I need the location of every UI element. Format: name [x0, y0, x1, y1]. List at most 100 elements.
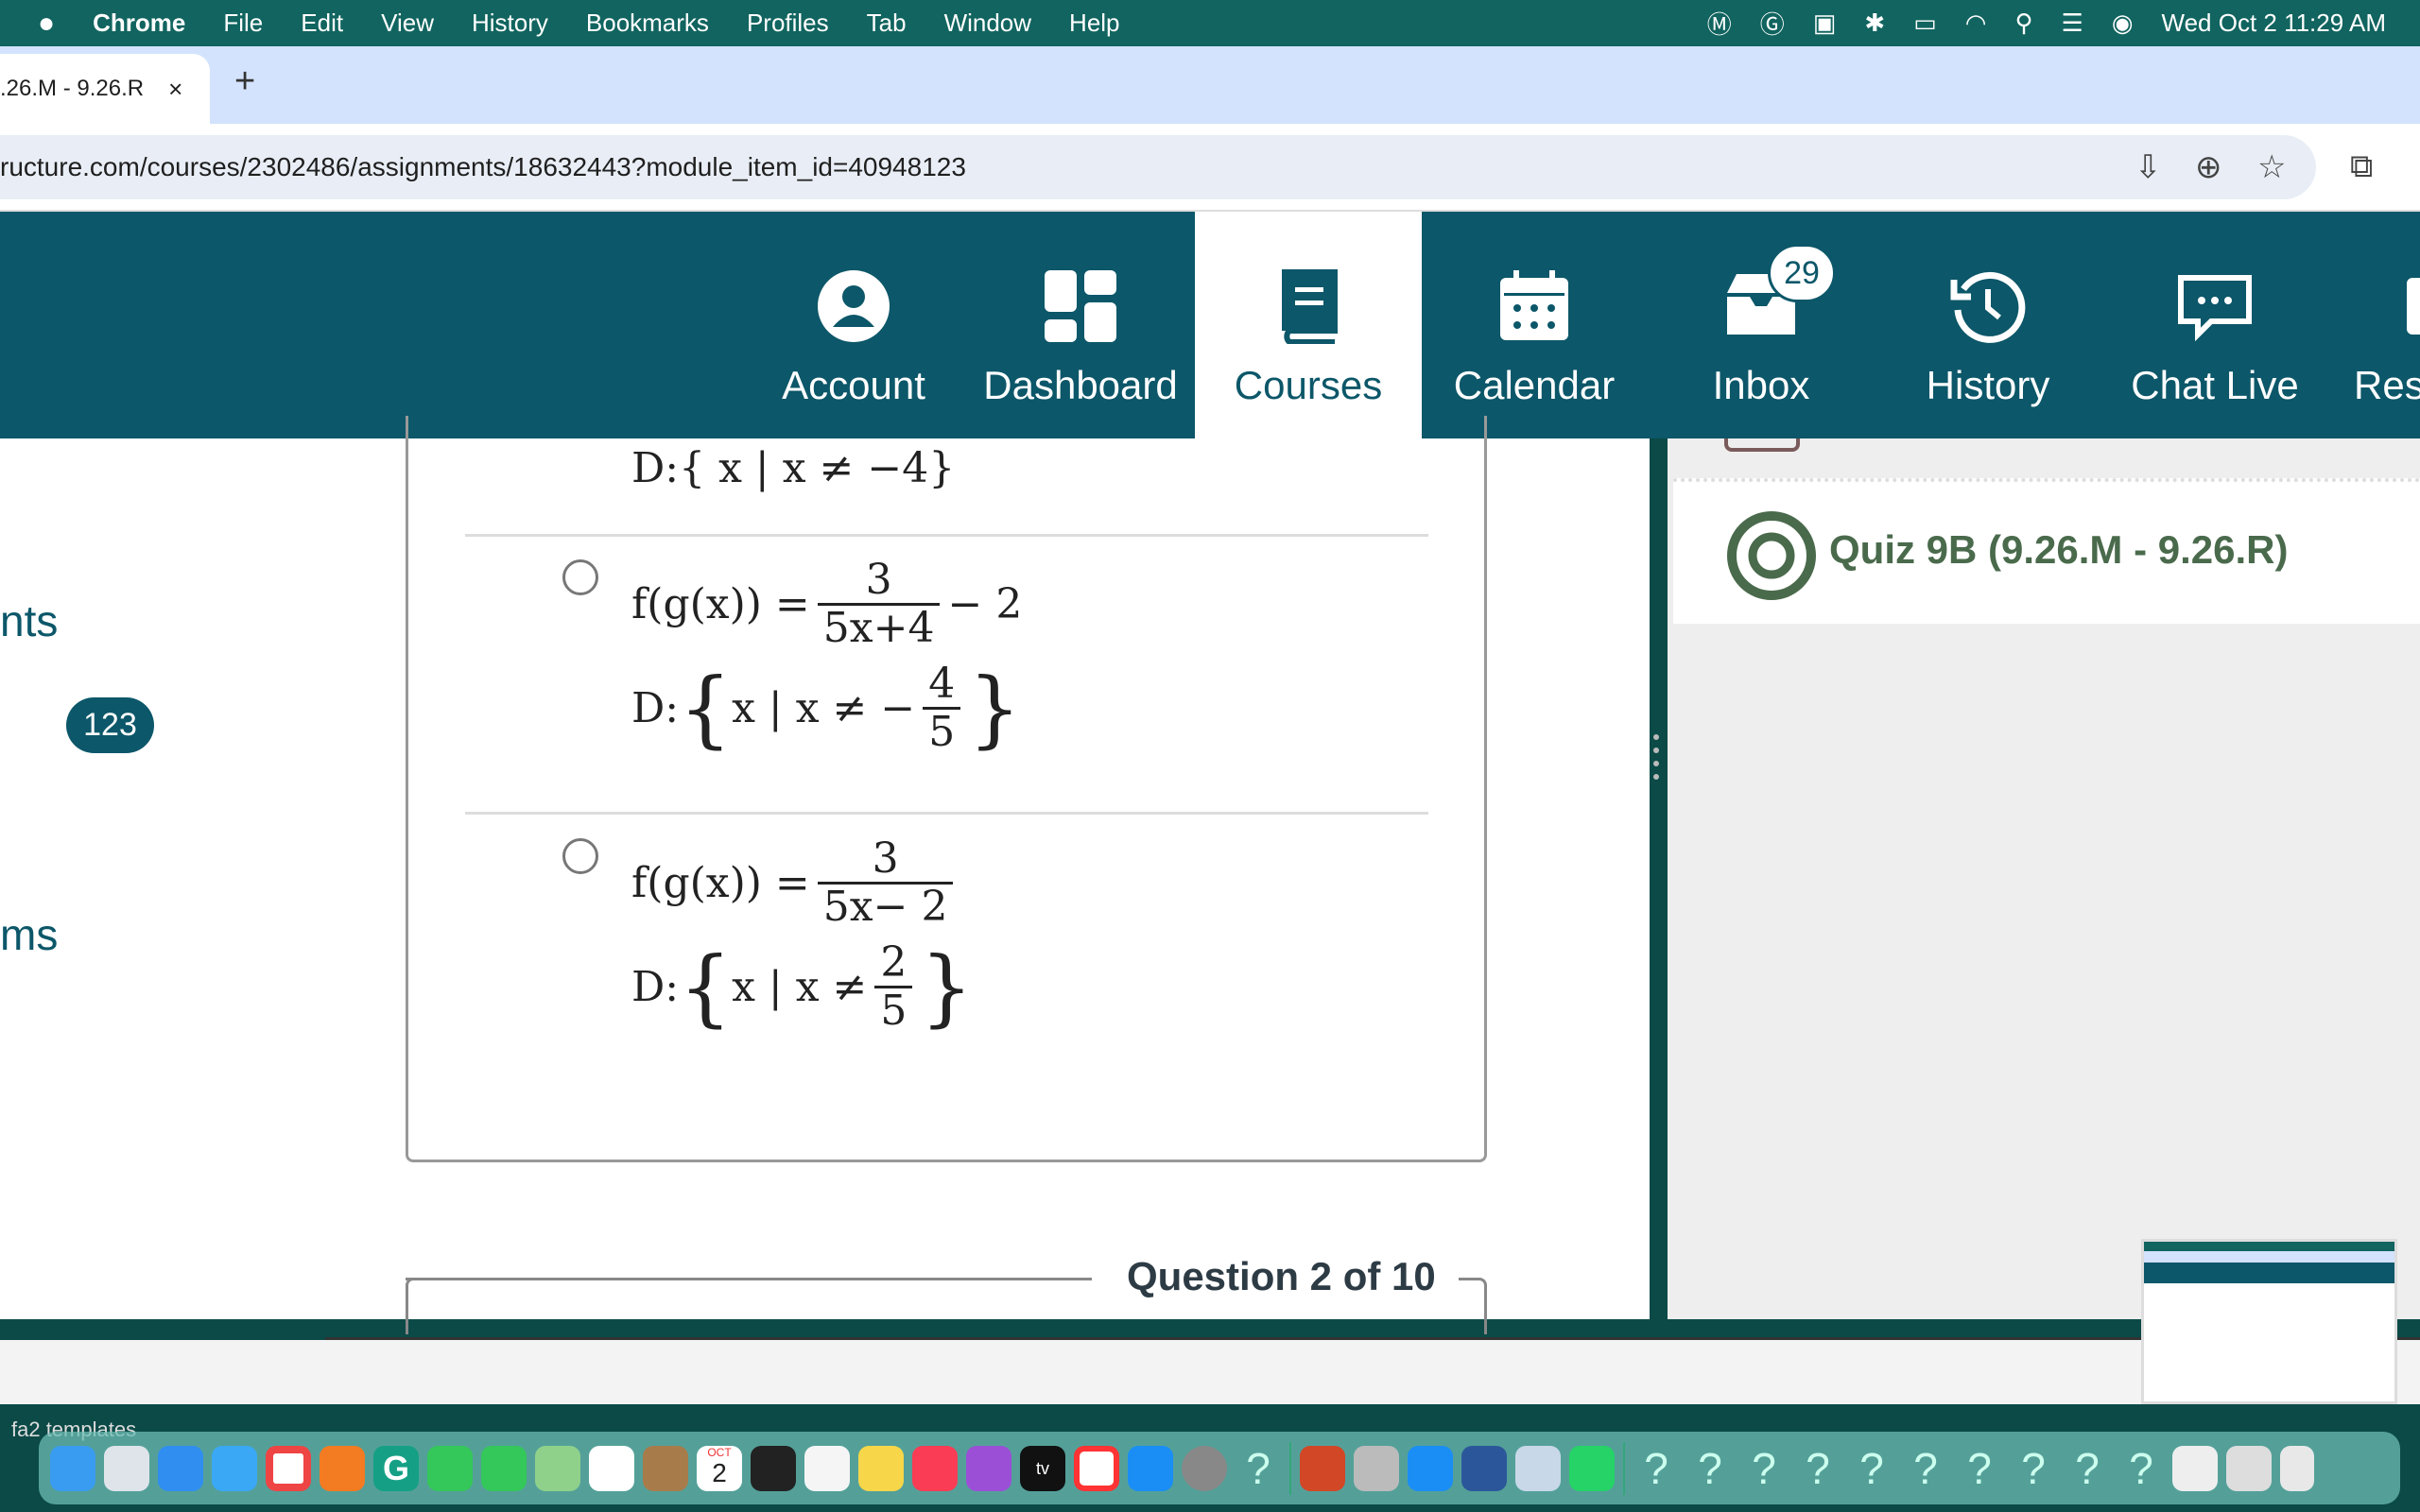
quiz-title[interactable]: Quiz 9B (9.26.M - 9.26.R) — [1829, 527, 2288, 573]
recent-file-icon[interactable] — [2172, 1445, 2218, 1491]
nav-courses[interactable]: Courses — [1195, 212, 1422, 438]
messages-icon[interactable] — [481, 1445, 527, 1491]
extensions-icon[interactable]: ⧉ — [2350, 148, 2373, 185]
whatsapp-gray-icon[interactable] — [1354, 1445, 1399, 1491]
powerpoint-icon[interactable] — [1300, 1445, 1345, 1491]
nav-dashboard[interactable]: Dashboard — [967, 212, 1194, 438]
unknown-app-icon[interactable]: ? — [2118, 1446, 2164, 1491]
system-settings-icon[interactable] — [1182, 1445, 1227, 1491]
zoom-icon[interactable]: ⊕ — [2195, 148, 2222, 186]
unknown-app-icon[interactable]: ? — [1903, 1446, 1948, 1491]
numerator: 3 — [865, 556, 892, 604]
wifi-icon[interactable]: ◠ — [1965, 9, 1987, 38]
course-nav-item[interactable]: ms — [0, 909, 58, 960]
unknown-app-icon[interactable]: ? — [1957, 1446, 2002, 1491]
display-icon[interactable]: ▣ — [1813, 9, 1837, 38]
battery-icon[interactable]: ▭ — [1913, 9, 1937, 38]
reminders-icon[interactable] — [804, 1445, 850, 1491]
domain-set: x | x ≠ − — [732, 684, 916, 733]
menu-app-chrome[interactable]: Chrome — [93, 9, 185, 38]
tab-close-icon[interactable]: × — [168, 75, 182, 104]
new-tab-button[interactable]: + — [234, 61, 255, 102]
menu-help[interactable]: Help — [1069, 9, 1119, 38]
preview-icon[interactable] — [1515, 1445, 1561, 1491]
contacts-icon[interactable] — [643, 1445, 688, 1491]
address-bar[interactable]: ructure.com/courses/2302486/assignments/… — [0, 135, 2316, 199]
bookmark-star-icon[interactable]: ☆ — [2257, 148, 2286, 186]
unknown-app-icon[interactable]: ? — [2011, 1446, 2056, 1491]
screenshot-thumbnail[interactable] — [2141, 1239, 2397, 1404]
photos-icon[interactable] — [589, 1445, 634, 1491]
podcasts-icon[interactable] — [966, 1445, 1011, 1491]
word-icon[interactable] — [1461, 1445, 1507, 1491]
unknown-app-icon[interactable]: ? — [1236, 1446, 1281, 1491]
unknown-app-icon[interactable]: ? — [1687, 1446, 1733, 1491]
menu-edit[interactable]: Edit — [301, 9, 343, 38]
grammarly-icon[interactable]: Ⓖ — [1760, 6, 1785, 41]
menu-file[interactable]: File — [223, 9, 263, 38]
url-text[interactable]: ructure.com/courses/2302486/assignments/… — [0, 152, 966, 182]
answer-radio[interactable] — [562, 838, 598, 874]
facetime-icon[interactable] — [427, 1445, 473, 1491]
nav-inbox[interactable]: Inbox — [1648, 212, 1875, 438]
unknown-app-icon[interactable]: ? — [1849, 1446, 1894, 1491]
nav-history[interactable]: History — [1875, 212, 2101, 438]
finder-icon[interactable] — [50, 1445, 95, 1491]
control-center-icon[interactable]: ☰ — [2062, 9, 2083, 38]
quicktime-icon[interactable] — [751, 1445, 796, 1491]
whatsapp-icon[interactable] — [1569, 1445, 1615, 1491]
apple-icon[interactable]: ● — [38, 8, 55, 40]
install-app-icon[interactable]: ⇩ — [2135, 148, 2162, 186]
apple-tv-icon[interactable]: tv — [1020, 1445, 1065, 1491]
calendar-app-icon[interactable]: OCT 2 — [697, 1445, 742, 1491]
domain-prefix: D: — [631, 963, 680, 1012]
browser-tab[interactable]: .26.M - 9.26.R × — [0, 54, 210, 124]
app-store-icon[interactable] — [1128, 1445, 1173, 1491]
course-nav-item[interactable]: nts — [0, 595, 58, 646]
nav-resources[interactable]: Res — [2325, 212, 2420, 438]
menu-bookmarks[interactable]: Bookmarks — [586, 9, 709, 38]
grammarly-icon[interactable]: G — [373, 1445, 419, 1491]
menu-history[interactable]: History — [472, 9, 548, 38]
notes-icon[interactable] — [858, 1445, 904, 1491]
spotlight-search-icon[interactable]: ⚲ — [2014, 9, 2032, 38]
trash-icon[interactable] — [2280, 1445, 2314, 1491]
numerator: 4 — [928, 660, 956, 708]
question-card — [406, 416, 1487, 1162]
dock-divider — [1623, 1441, 1625, 1495]
quiz-module-item[interactable]: Quiz 9B (9.26.M - 9.26.R) — [1673, 478, 2420, 624]
menu-window[interactable]: Window — [944, 9, 1031, 38]
domain-set: { x | x ≠ −4} — [679, 444, 956, 492]
unknown-app-icon[interactable]: ? — [1795, 1446, 1841, 1491]
news-icon[interactable] — [1074, 1445, 1119, 1491]
firefox-icon[interactable] — [320, 1445, 365, 1491]
music-icon[interactable] — [912, 1445, 958, 1491]
resize-handle[interactable] — [1652, 733, 1660, 781]
unknown-app-icon[interactable]: ? — [1634, 1446, 1679, 1491]
denominator: 5x− 2 — [817, 882, 954, 930]
nav-label: Calendar — [1453, 363, 1616, 407]
chrome-icon[interactable] — [266, 1445, 311, 1491]
option-divider — [465, 812, 1428, 815]
bluetooth-icon[interactable]: ✱ — [1864, 9, 1885, 38]
safari-icon[interactable] — [158, 1445, 203, 1491]
malwarebytes-icon[interactable]: Ⓜ — [1707, 6, 1732, 41]
unknown-app-icon[interactable]: ? — [2065, 1446, 2110, 1491]
mail-icon[interactable] — [212, 1445, 257, 1491]
menu-tab[interactable]: Tab — [867, 9, 907, 38]
answer-radio[interactable] — [562, 559, 598, 595]
unknown-app-icon[interactable]: ? — [1741, 1446, 1787, 1491]
previous-item-box — [1724, 438, 1800, 452]
launchpad-icon[interactable] — [104, 1445, 149, 1491]
bluetooth-app-icon[interactable] — [1408, 1445, 1453, 1491]
calendar-icon — [1500, 270, 1568, 340]
menu-profiles[interactable]: Profiles — [747, 9, 829, 38]
nav-calendar[interactable]: Calendar — [1421, 212, 1648, 438]
nav-account[interactable]: Account — [740, 212, 967, 438]
maps-icon[interactable] — [535, 1445, 580, 1491]
recent-file-icon[interactable] — [2226, 1445, 2272, 1491]
menu-view[interactable]: View — [381, 9, 434, 38]
siri-icon[interactable]: ◉ — [2112, 9, 2134, 38]
clock[interactable]: Wed Oct 2 11:29 AM — [2162, 9, 2387, 38]
nav-chat-live[interactable]: Chat Live — [2101, 212, 2328, 438]
